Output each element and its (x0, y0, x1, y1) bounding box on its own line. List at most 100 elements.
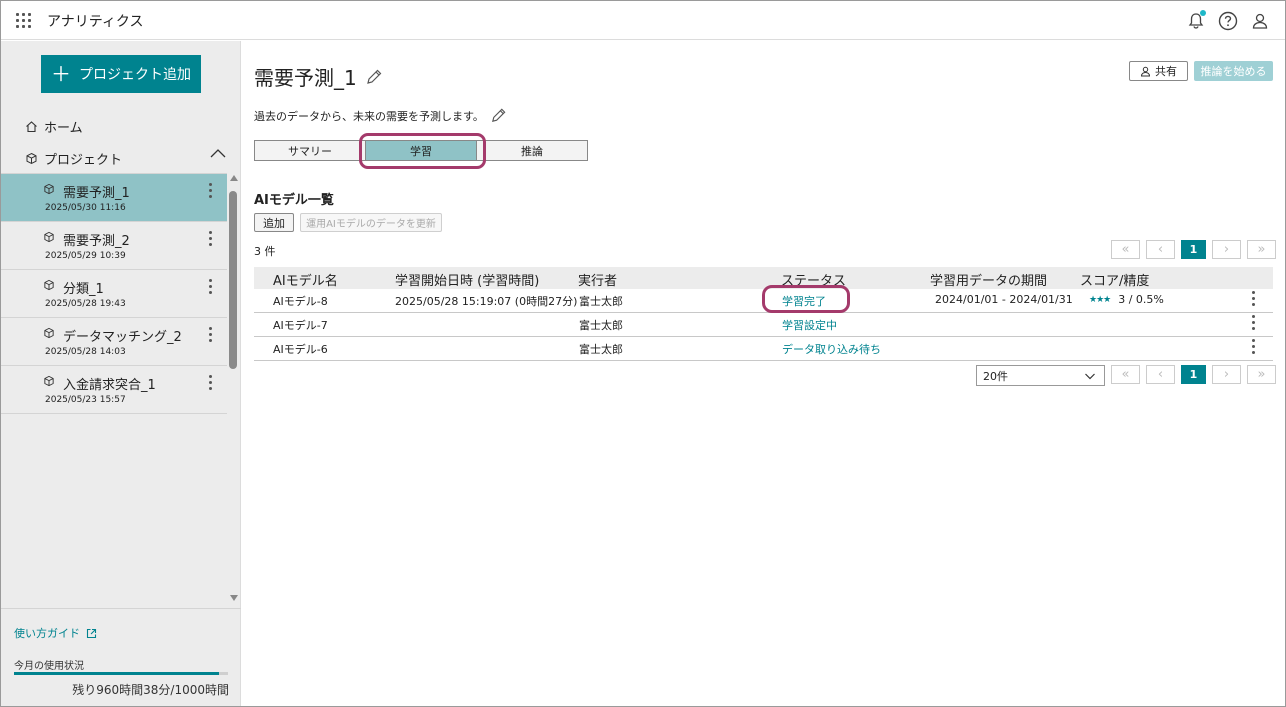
per-page-value: 20件 (983, 369, 1008, 383)
kebab-menu-icon[interactable] (1250, 291, 1256, 311)
project-date: 2025/05/23 15:57 (45, 395, 126, 405)
tab-summary[interactable]: サマリー (254, 140, 366, 161)
pencil-icon[interactable] (490, 107, 507, 124)
bell-icon[interactable] (1185, 10, 1207, 32)
star-rating-icon: ★★★ (1089, 294, 1111, 305)
home-icon (26, 121, 37, 133)
project-item[interactable]: データマッチング_2 2025/05/28 14:03 (1, 318, 227, 366)
column-header[interactable]: 実行者 (578, 270, 617, 289)
share-button[interactable]: 共有 (1129, 61, 1188, 81)
start-inference-button[interactable]: 推論を始める (1194, 61, 1273, 81)
tab-training[interactable]: 学習 (365, 140, 477, 161)
project-name: 需要予測_1 (63, 186, 130, 201)
next-page-button[interactable]: › (1212, 240, 1241, 259)
column-header[interactable]: ステータス (781, 270, 846, 289)
cube-icon (26, 152, 37, 165)
update-model-data-button[interactable]: 運用AIモデルのデータを更新 (300, 213, 442, 232)
user-icon[interactable] (1249, 10, 1271, 32)
last-page-button[interactable]: » (1247, 240, 1276, 259)
add-project-label: プロジェクト追加 (79, 67, 191, 83)
notification-dot (1200, 10, 1206, 16)
table-row[interactable]: AIモデル-6 富士太郎 データ取り込み待ち (254, 337, 1273, 361)
page-number-button[interactable]: 1 (1181, 240, 1206, 259)
column-header[interactable]: AIモデル名 (273, 270, 338, 289)
pencil-icon[interactable] (365, 68, 383, 86)
table-row[interactable]: AIモデル-7 富士太郎 学習設定中 (254, 313, 1273, 337)
status-link[interactable]: 学習完了 (782, 293, 826, 309)
model-name: AIモデル-7 (273, 319, 328, 332)
external-link-icon (86, 628, 97, 638)
tab-bar: サマリー 学習 推論 (254, 140, 588, 161)
status-link[interactable]: 学習設定中 (782, 317, 837, 333)
project-date: 2025/05/29 10:39 (45, 251, 126, 261)
project-name: データマッチング_2 (63, 330, 182, 345)
kebab-menu-icon[interactable] (207, 231, 213, 251)
next-page-button[interactable]: › (1212, 365, 1241, 384)
page-title: 需要予測_1 (254, 62, 383, 91)
project-item[interactable]: 入金請求突合_1 2025/05/23 15:57 (1, 366, 227, 414)
add-project-button[interactable]: ＋ プロジェクト追加 (41, 55, 201, 93)
project-date: 2025/05/28 14:03 (45, 347, 126, 357)
last-page-button[interactable]: » (1247, 365, 1276, 384)
first-page-button[interactable]: « (1111, 365, 1140, 384)
kebab-menu-icon[interactable] (207, 327, 213, 347)
user-icon (1140, 66, 1151, 76)
usage-progress-fill (14, 672, 220, 675)
usage-guide-link[interactable]: 使い方ガイド (14, 625, 97, 641)
prev-page-button[interactable]: ‹ (1146, 365, 1175, 384)
app-grid-icon[interactable] (16, 13, 32, 29)
usage-label: 今月の使用状況 (14, 661, 84, 672)
cube-icon (44, 279, 54, 291)
chevron-up-icon[interactable] (209, 147, 227, 159)
project-name: 分類_1 (63, 282, 104, 297)
model-name: AIモデル-6 (273, 343, 328, 356)
cube-icon (44, 327, 54, 339)
usage-guide-label: 使い方ガイド (14, 627, 80, 640)
section-title: AIモデル一覧 (254, 193, 334, 208)
prev-page-button[interactable]: ‹ (1146, 240, 1175, 259)
usage-progress-bar (14, 672, 228, 675)
project-date: 2025/05/30 11:16 (45, 203, 126, 213)
score-cell: ★★★ 3 / 0.5% (1089, 293, 1164, 306)
project-name: 需要予測_2 (63, 234, 130, 249)
cube-icon (44, 375, 54, 387)
table-row[interactable]: AIモデル-8 2025/05/28 15:19:07 (0時間27分) 富士太… (254, 289, 1273, 313)
scroll-down-arrow-icon[interactable] (230, 595, 238, 601)
page-title-text: 需要予測_1 (254, 66, 357, 90)
nav-projects[interactable]: プロジェクト (25, 149, 227, 168)
project-list: 需要予測_1 2025/05/30 11:16 需要予測_2 2025/05/2… (1, 173, 227, 611)
scrollbar-thumb[interactable] (229, 191, 237, 369)
nav-home-label: ホーム (44, 121, 83, 136)
top-bar: アナリティクス (1, 1, 1285, 40)
cube-icon (44, 183, 54, 195)
plus-icon: ＋ (51, 62, 71, 86)
executor: 富士太郎 (579, 319, 623, 332)
add-model-button[interactable]: 追加 (254, 213, 294, 232)
kebab-menu-icon[interactable] (1250, 315, 1256, 335)
kebab-menu-icon[interactable] (207, 183, 213, 203)
kebab-menu-icon[interactable] (207, 375, 213, 395)
cube-icon (44, 231, 54, 243)
kebab-menu-icon[interactable] (1250, 339, 1256, 359)
project-item[interactable]: 需要予測_2 2025/05/29 10:39 (1, 222, 227, 270)
kebab-menu-icon[interactable] (207, 279, 213, 299)
usage-remaining-text: 残り960時間38分/1000時間 (72, 683, 229, 697)
project-item[interactable]: 分類_1 2025/05/28 19:43 (1, 270, 227, 318)
per-page-select[interactable]: 20件 (976, 365, 1105, 386)
main-content: 需要予測_1 共有 推論を始める 過去のデータから、未来の需要を予測します。 サ… (242, 41, 1285, 706)
project-list-scrollbar[interactable] (228, 173, 240, 605)
score-text: 3 / 0.5% (1118, 293, 1164, 306)
page-number-button[interactable]: 1 (1181, 365, 1206, 384)
first-page-button[interactable]: « (1111, 240, 1140, 259)
scroll-up-arrow-icon[interactable] (230, 175, 238, 181)
tab-inference[interactable]: 推論 (476, 140, 588, 161)
nav-home[interactable]: ホーム (25, 117, 83, 136)
column-header[interactable]: 学習開始日時 (学習時間) (395, 270, 539, 289)
column-header[interactable]: 学習用データの期間 (930, 270, 1047, 289)
description-text: 過去のデータから、未来の需要を予測します。 (254, 109, 484, 123)
status-link[interactable]: データ取り込み待ち (782, 341, 881, 357)
help-icon[interactable] (1217, 10, 1239, 32)
executor: 富士太郎 (579, 343, 623, 356)
column-header[interactable]: スコア/精度 (1080, 270, 1149, 289)
project-item[interactable]: 需要予測_1 2025/05/30 11:16 (1, 174, 227, 222)
